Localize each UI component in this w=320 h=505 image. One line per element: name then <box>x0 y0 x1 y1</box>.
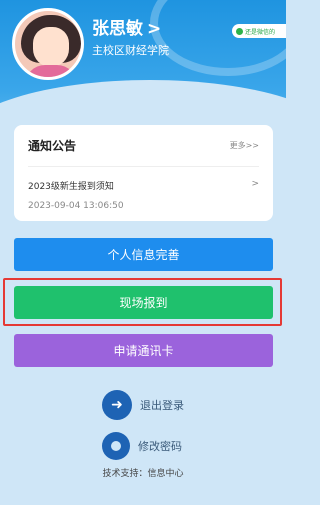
avatar-face <box>33 27 69 67</box>
logout-action[interactable]: ➜ 退出登录 <box>102 390 184 420</box>
user-name-link[interactable]: 张思敏 > <box>92 14 161 39</box>
wechat-bind-badge[interactable]: 还是微信的 <box>232 24 286 38</box>
wechat-badge-label: 还是微信的 <box>245 28 276 36</box>
notice-header: 通知公告 更多>> <box>28 125 259 167</box>
notice-item[interactable]: 2023级新生报到须知 > <box>28 179 259 192</box>
logout-icon: ➜ <box>102 390 132 420</box>
apply-card-button[interactable]: 申请通讯卡 <box>14 334 273 367</box>
chevron-right-icon: > <box>147 19 162 39</box>
notice-title: 通知公告 <box>28 139 77 153</box>
personal-info-button[interactable]: 个人信息完善 <box>14 238 273 271</box>
user-name: 张思敏 <box>92 19 143 39</box>
wechat-icon <box>236 27 243 35</box>
tech-support-text: 技术支持：信息中心 <box>102 469 184 479</box>
gear-icon <box>102 432 130 460</box>
notice-card: 通知公告 更多>> 2023级新生报到须知 > 2023-09-04 13:06… <box>14 125 273 221</box>
logout-label: 退出登录 <box>140 399 184 412</box>
change-password-action[interactable]: 修改密码 <box>102 432 182 460</box>
change-password-label: 修改密码 <box>138 440 182 453</box>
gear-icon-center <box>111 441 121 451</box>
avatar[interactable] <box>12 8 84 80</box>
user-organization: 主校区财经学院 <box>92 44 169 57</box>
chevron-right-icon: > <box>251 179 259 189</box>
notice-more-link[interactable]: 更多>> <box>230 140 259 151</box>
notice-item-date: 2023-09-04 13:06:50 <box>28 201 124 211</box>
notice-item-title: 2023级新生报到须知 <box>28 182 114 192</box>
on-site-checkin-button[interactable]: 现场报到 <box>14 286 273 319</box>
